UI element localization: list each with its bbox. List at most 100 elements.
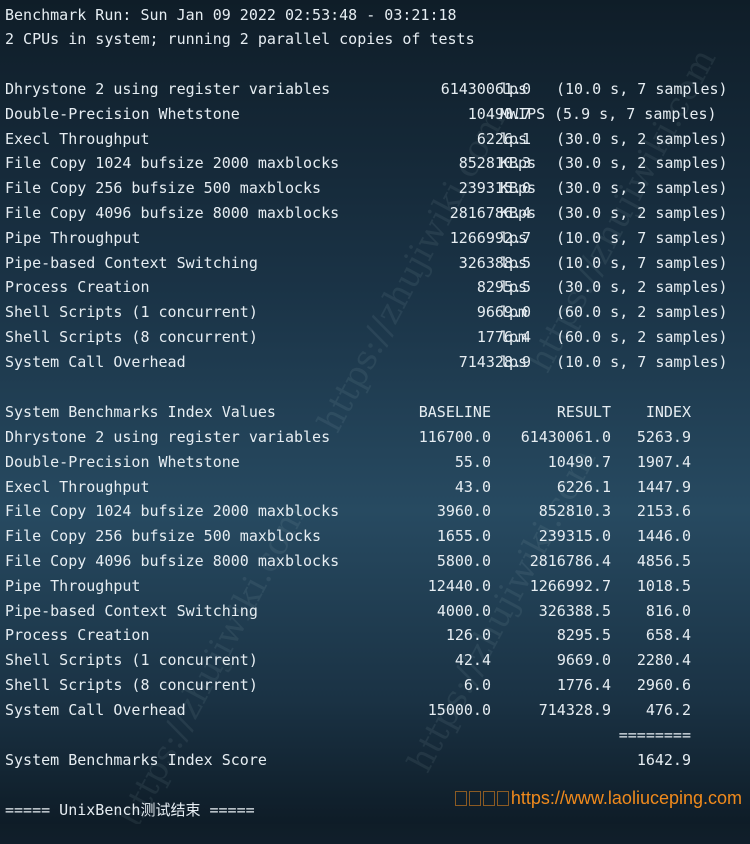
- result-header: RESULT: [556, 403, 611, 421]
- test-result-row: Execl Throughput 6226.1 lps (30.0 s, 2 samp…: [5, 127, 745, 151]
- index-separator: ========: [618, 726, 691, 744]
- test-result-row: System Call Overhead 714328.9 lps (10.0 s, …: [5, 350, 745, 374]
- index-row-baseline: 5800.0: [436, 552, 491, 570]
- test-detail: (30.0 s, 2 samples): [556, 129, 728, 148]
- index-row-name: Dhrystone 2 using register variables: [5, 428, 331, 446]
- test-result-row: Pipe Throughput 1266992.7 lps (10.0 s, 7 sa…: [5, 226, 745, 250]
- index-table-title: System Benchmarks Index Values: [5, 403, 276, 421]
- missing-glyph-icon: [468, 791, 481, 806]
- test-result-row: Process Creation 8295.5 lps (30.0 s, 2 samp…: [5, 275, 745, 299]
- index-score-line: System Benchmarks Index Score 1642.9: [5, 748, 745, 772]
- index-table-header: System Benchmarks Index Values BASELINE …: [5, 400, 745, 424]
- test-name: Double-Precision Whetstone: [5, 104, 240, 123]
- test-unit: lpm: [500, 328, 528, 346]
- index-row-name: File Copy 1024 bufsize 2000 maxblocks: [5, 502, 340, 521]
- test-unit: lpm: [500, 303, 528, 322]
- test-detail: (30.0 s, 2 samples): [556, 278, 728, 297]
- test-unit: lps: [500, 253, 528, 272]
- index-row-baseline: 126.0: [445, 626, 491, 645]
- test-detail: (10.0 s, 7 samples): [556, 80, 728, 98]
- test-result-row: Shell Scripts (1 concurrent) 9669.0 lpm (60…: [5, 300, 745, 324]
- index-row-index: 476.2: [645, 700, 691, 719]
- index-row-name: Shell Scripts (1 concurrent): [5, 651, 258, 670]
- index-row-name: System Call Overhead: [5, 700, 186, 719]
- test-detail: (30.0 s, 2 samples): [556, 204, 728, 222]
- index-row-result: 1266992.7: [529, 576, 611, 595]
- site-watermark-link[interactable]: https://www.laoliuceping.com: [454, 786, 742, 810]
- index-row-baseline: 1655.0: [436, 527, 491, 546]
- test-detail: (60.0 s, 2 samples): [556, 328, 728, 346]
- test-unit: lps: [500, 129, 528, 148]
- test-name: Pipe Throughput: [5, 228, 141, 247]
- test-unit: KBps: [500, 154, 537, 173]
- index-row: File Copy 4096 bufsize 8000 maxblocks 580…: [5, 549, 745, 573]
- index-header: INDEX: [645, 403, 691, 421]
- index-row-index: 816.0: [645, 601, 691, 620]
- test-result-row: Pipe-based Context Switching 326388.5 lps(…: [5, 251, 745, 275]
- test-detail: (10.0 s, 7 samples): [556, 352, 728, 371]
- test-name: Process Creation: [5, 278, 150, 297]
- test-name: Shell Scripts (1 concurrent): [5, 303, 258, 322]
- test-detail: (10.0 s, 7 samples): [556, 228, 728, 247]
- test-unit: lps: [500, 80, 528, 98]
- benchmark-run-line: Benchmark Run: Sun Jan 09 2022 02:53:48 …: [5, 6, 457, 24]
- index-row-index: 1446.0: [636, 527, 691, 546]
- cpu-info-line: 2 CPUs in system; running 2 parallel cop…: [5, 30, 475, 48]
- test-result-row: Shell Scripts (8 concurrent) 1776.4 lpm (60…: [5, 325, 745, 349]
- test-result-row: File Copy 4096 bufsize 8000 maxblocks 281…: [5, 201, 745, 225]
- test-name: Execl Throughput: [5, 129, 150, 148]
- index-row-baseline: 43.0: [454, 477, 491, 496]
- index-score-label: System Benchmarks Index Score: [5, 751, 267, 769]
- index-row: Execl Throughput 43.0 6226.1 1447.9: [5, 475, 745, 499]
- index-row-name: Double-Precision Whetstone: [5, 452, 240, 471]
- index-row-result: 1776.4: [556, 676, 611, 694]
- index-row-result: 714328.9: [538, 700, 611, 719]
- index-row-index: 658.4: [645, 626, 691, 645]
- index-row-name: File Copy 256 bufsize 500 maxblocks: [5, 527, 322, 546]
- index-row-baseline: 6.0: [463, 676, 491, 694]
- test-name: Dhrystone 2 using register variables: [5, 80, 331, 98]
- test-detail: (5.9 s, 7 samples): [554, 104, 717, 123]
- index-row-result: 9669.0: [556, 651, 611, 670]
- index-row-result: 239315.0: [538, 527, 611, 546]
- test-unit: KBps: [500, 204, 537, 222]
- index-row-index: 1018.5: [636, 576, 691, 595]
- index-row-index: 1907.4: [636, 452, 691, 471]
- index-row-result: 10490.7: [547, 452, 611, 471]
- index-separator-line: ========: [5, 723, 745, 747]
- index-row: Process Creation 126.0 8295.5 658.4: [5, 623, 745, 647]
- missing-glyph-icon: [454, 791, 467, 806]
- index-row-index: 4856.5: [636, 552, 691, 570]
- index-row-name: Process Creation: [5, 626, 150, 645]
- index-row-baseline: 4000.0: [436, 601, 491, 620]
- index-row-name: File Copy 4096 bufsize 8000 maxblocks: [5, 552, 340, 570]
- index-row: Dhrystone 2 using register variables 1167…: [5, 425, 745, 449]
- index-row: System Call Overhead 15000.0 714328.9 476.2: [5, 698, 745, 722]
- index-row-baseline: 42.4: [454, 651, 491, 670]
- test-detail: (30.0 s, 2 samples): [556, 179, 728, 198]
- test-result-row: File Copy 1024 bufsize 2000 maxblocks 852…: [5, 151, 745, 175]
- test-name: File Copy 1024 bufsize 2000 maxblocks: [5, 154, 340, 173]
- index-row: Pipe Throughput 12440.0 1266992.7 1018.5: [5, 574, 745, 598]
- index-row: Shell Scripts (1 concurrent) 42.4 9669.0 22…: [5, 648, 745, 672]
- index-row-baseline: 116700.0: [418, 428, 491, 446]
- test-unit: KBps: [500, 179, 537, 198]
- index-row-baseline: 3960.0: [436, 502, 491, 521]
- index-row-index: 2153.6: [636, 502, 691, 521]
- baseline-header: BASELINE: [418, 403, 491, 421]
- terminal-output: Benchmark Run: Sun Jan 09 2022 02:53:48 …: [0, 0, 750, 824]
- test-name: Shell Scripts (8 concurrent): [5, 328, 258, 346]
- index-row-result: 852810.3: [538, 502, 611, 521]
- test-name: File Copy 256 bufsize 500 maxblocks: [5, 179, 322, 198]
- test-result-row: Dhrystone 2 using register variables 6143…: [5, 77, 745, 101]
- site-url[interactable]: https://www.laoliuceping.com: [511, 788, 742, 808]
- index-row-name: Pipe Throughput: [5, 576, 141, 595]
- test-unit: lps: [500, 352, 528, 371]
- missing-glyph-icon: [482, 791, 495, 806]
- index-row-baseline: 15000.0: [427, 700, 491, 719]
- index-row-name: Pipe-based Context Switching: [5, 601, 258, 620]
- index-row: Shell Scripts (8 concurrent) 6.0 1776.4 296…: [5, 673, 745, 697]
- index-row: Double-Precision Whetstone 55.0 10490.7 190…: [5, 450, 745, 474]
- index-row-index: 2280.4: [636, 651, 691, 670]
- index-row: File Copy 256 bufsize 500 maxblocks 1655.…: [5, 524, 745, 548]
